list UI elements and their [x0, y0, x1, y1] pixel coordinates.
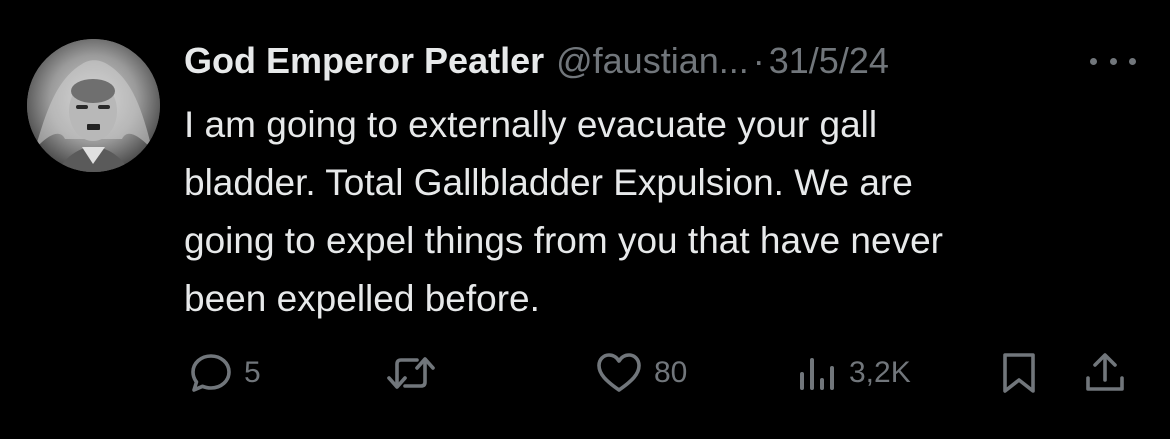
retweet-button[interactable] [385, 345, 437, 401]
author-handle[interactable]: @faustian... [556, 40, 749, 82]
ellipsis-icon [1090, 57, 1097, 65]
tweet-text: I am going to externally evacuate your g… [184, 96, 1144, 328]
share-button[interactable] [1082, 345, 1128, 401]
heart-icon [597, 353, 641, 392]
like-count: 80 [654, 356, 688, 389]
retweet-arrows-icon [387, 357, 435, 389]
reply-count: 5 [244, 356, 261, 389]
views-button[interactable]: 3,2K [797, 345, 911, 401]
header-separator: · [752, 40, 765, 81]
speech-bubble-icon [191, 354, 231, 392]
tweet-text-line: bladder. Total Gallbladder Expulsion. We… [184, 162, 913, 203]
tweet-header: God Emperor Peatler @faustian... · 31/5/… [184, 38, 889, 84]
tweet-text-line: I am going to externally evacuate your g… [184, 104, 878, 145]
tweet-text-line: been expelled before. [184, 278, 540, 319]
bar-chart-icon [800, 358, 834, 390]
more-options-button[interactable] [1090, 50, 1136, 72]
avatar[interactable] [27, 39, 160, 172]
tweet-text-line: going to expel things from you that have… [184, 220, 943, 261]
share-upload-icon [1086, 353, 1124, 391]
author-display-name[interactable]: God Emperor Peatler [184, 40, 544, 82]
tweet-actions-bar: 5 80 3,2K [0, 345, 1170, 401]
avatar-image [27, 39, 160, 172]
reply-button[interactable]: 5 [188, 345, 261, 401]
bookmark-button[interactable] [999, 345, 1039, 401]
views-count: 3,2K [849, 356, 911, 389]
like-button[interactable]: 80 [594, 345, 687, 401]
tweet-card[interactable]: God Emperor Peatler @faustian... · 31/5/… [0, 0, 1170, 439]
tweet-date[interactable]: 31/5/24 [769, 40, 889, 82]
bookmark-icon [1003, 353, 1035, 393]
